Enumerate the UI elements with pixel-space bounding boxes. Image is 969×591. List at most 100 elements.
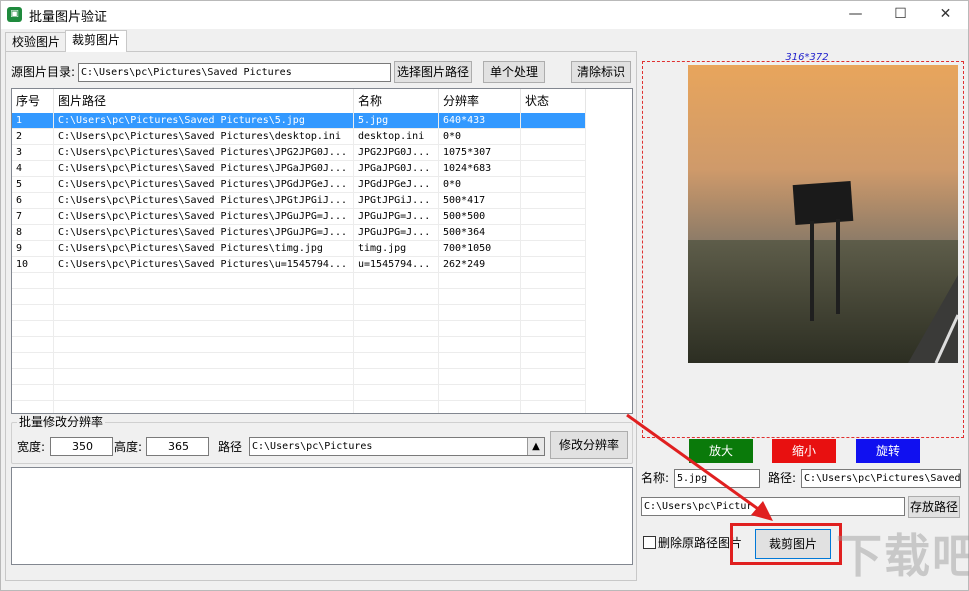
table-row[interactable] bbox=[12, 369, 632, 385]
table-cell: JPGtJPGiJ... bbox=[354, 193, 439, 209]
table-cell: 1 bbox=[12, 113, 54, 129]
table-row[interactable]: 8 C:\Users\pc\Pictures\Saved Pictures\JPG… bbox=[12, 225, 632, 241]
path-label: 路径 bbox=[218, 440, 243, 454]
tab-crop[interactable]: 裁剪图片 bbox=[65, 30, 128, 52]
column-header-resolution[interactable]: 分辨率 bbox=[439, 89, 521, 113]
table-cell: 0*0 bbox=[439, 177, 521, 193]
table-row[interactable]: 7 C:\Users\pc\Pictures\Saved Pictures\JPG… bbox=[12, 209, 632, 225]
table-cell: 1075*307 bbox=[439, 145, 521, 161]
column-header-name[interactable]: 名称 bbox=[354, 89, 439, 113]
table-cell: C:\Users\pc\Pictures\Saved Pictures\JPGu… bbox=[54, 209, 354, 225]
table-row[interactable]: 1 C:\Users\pc\Pictures\Saved Pictures\5.j… bbox=[12, 113, 632, 129]
table-cell bbox=[439, 289, 521, 305]
table-cell bbox=[521, 273, 586, 289]
table-cell bbox=[54, 321, 354, 337]
log-textarea[interactable] bbox=[11, 467, 633, 565]
tab-verify[interactable]: 校验图片 bbox=[5, 32, 68, 52]
minimize-button[interactable]: — bbox=[833, 1, 878, 29]
table-cell bbox=[354, 289, 439, 305]
width-input[interactable]: 350 bbox=[50, 437, 113, 456]
preview-image[interactable] bbox=[688, 65, 958, 363]
table-row[interactable] bbox=[12, 289, 632, 305]
table-row[interactable]: 3 C:\Users\pc\Pictures\Saved Pictures\JPG… bbox=[12, 145, 632, 161]
column-header-index[interactable]: 序号 bbox=[12, 89, 54, 113]
modify-resolution-button[interactable]: 修改分辨率 bbox=[550, 431, 628, 459]
table-cell bbox=[354, 385, 439, 401]
rotate-button[interactable]: 旋转 bbox=[856, 439, 920, 463]
save-path-button[interactable]: 存放路径 bbox=[908, 496, 960, 518]
table-cell: 1024*683 bbox=[439, 161, 521, 177]
source-dir-input[interactable]: C:\Users\pc\Pictures\Saved Pictures bbox=[78, 63, 391, 82]
column-header-status[interactable]: 状态 bbox=[521, 89, 586, 113]
table-cell: C:\Users\pc\Pictures\Saved Pictures\timg… bbox=[54, 241, 354, 257]
table-cell: 2 bbox=[12, 129, 54, 145]
table-header: 序号 图片路径 名称 分辨率 状态 bbox=[12, 89, 632, 113]
table-row[interactable] bbox=[12, 385, 632, 401]
table-row[interactable]: 5 C:\Users\pc\Pictures\Saved Pictures\JPG… bbox=[12, 177, 632, 193]
table-cell bbox=[354, 353, 439, 369]
batch-resize-group-label: 批量修改分辨率 bbox=[17, 414, 106, 430]
table-cell: 8 bbox=[12, 225, 54, 241]
table-cell bbox=[12, 273, 54, 289]
table-cell: C:\Users\pc\Pictures\Saved Pictures\JPGa… bbox=[54, 161, 354, 177]
table-row[interactable]: 6 C:\Users\pc\Pictures\Saved Pictures\JPG… bbox=[12, 193, 632, 209]
table-cell: 4 bbox=[12, 161, 54, 177]
select-image-path-button[interactable]: 选择图片路径 bbox=[394, 61, 472, 83]
table-cell bbox=[521, 241, 586, 257]
path-dropdown-button[interactable]: ▲ bbox=[527, 438, 544, 455]
table-cell: 10 bbox=[12, 257, 54, 273]
table-cell: C:\Users\pc\Pictures\Saved Pictures\JPG2… bbox=[54, 145, 354, 161]
maximize-button[interactable]: ☐ bbox=[878, 1, 923, 29]
table-cell bbox=[521, 193, 586, 209]
crop-path-input[interactable]: C:\Users\pc\Pictures\Saved bbox=[801, 469, 961, 488]
table-row[interactable]: 4 C:\Users\pc\Pictures\Saved Pictures\JPG… bbox=[12, 161, 632, 177]
image-list-table[interactable]: 序号 图片路径 名称 分辨率 状态 1 C:\Users\pc\Pictures\… bbox=[11, 88, 633, 414]
table-row[interactable] bbox=[12, 305, 632, 321]
table-row[interactable] bbox=[12, 273, 632, 289]
table-cell bbox=[354, 337, 439, 353]
close-button[interactable]: ✕ bbox=[923, 1, 968, 29]
table-cell bbox=[521, 161, 586, 177]
table-row[interactable] bbox=[12, 321, 632, 337]
delete-original-checkbox[interactable] bbox=[643, 536, 656, 549]
zoom-out-button[interactable]: 缩小 bbox=[772, 439, 836, 463]
table-cell bbox=[439, 353, 521, 369]
table-cell bbox=[54, 401, 354, 413]
height-label: 高度: bbox=[114, 440, 143, 454]
table-row[interactable] bbox=[12, 337, 632, 353]
table-cell: 6 bbox=[12, 193, 54, 209]
table-cell bbox=[12, 305, 54, 321]
crop-button-highlight bbox=[730, 523, 842, 565]
column-header-path[interactable]: 图片路径 bbox=[54, 89, 354, 113]
table-cell bbox=[54, 337, 354, 353]
table-row[interactable]: 10 C:\Users\pc\Pictures\Saved Pictures\u=… bbox=[12, 257, 632, 273]
batch-path-input[interactable]: C:\Users\pc\Pictures bbox=[249, 437, 545, 456]
table-cell: C:\Users\pc\Pictures\Saved Pictures\5.jp… bbox=[54, 113, 354, 129]
table-cell bbox=[12, 401, 54, 413]
table-row[interactable]: 9 C:\Users\pc\Pictures\Saved Pictures\tim… bbox=[12, 241, 632, 257]
table-cell: 5.jpg bbox=[354, 113, 439, 129]
table-cell bbox=[54, 305, 354, 321]
height-input[interactable]: 365 bbox=[146, 437, 209, 456]
clear-marks-button[interactable]: 清除标识 bbox=[571, 61, 631, 83]
table-cell: 500*417 bbox=[439, 193, 521, 209]
app-window: ▣ 批量图片验证 — ☐ ✕ 校验图片 裁剪图片 源图片目录: C:\Users… bbox=[0, 0, 969, 591]
table-cell bbox=[439, 337, 521, 353]
single-process-button[interactable]: 单个处理 bbox=[483, 61, 545, 83]
table-row[interactable] bbox=[12, 401, 632, 413]
table-cell: C:\Users\pc\Pictures\Saved Pictures\JPGt… bbox=[54, 193, 354, 209]
table-cell: JPGdJPGeJ... bbox=[354, 177, 439, 193]
table-cell: 262*249 bbox=[439, 257, 521, 273]
table-cell: desktop.ini bbox=[354, 129, 439, 145]
table-cell: 5 bbox=[12, 177, 54, 193]
table-cell bbox=[54, 353, 354, 369]
annotation-arrow bbox=[626, 413, 773, 521]
table-cell: JPG2JPG0J... bbox=[354, 145, 439, 161]
table-cell bbox=[521, 257, 586, 273]
table-cell bbox=[521, 337, 586, 353]
table-cell bbox=[12, 337, 54, 353]
table-row[interactable]: 2 C:\Users\pc\Pictures\Saved Pictures\des… bbox=[12, 129, 632, 145]
table-cell: C:\Users\pc\Pictures\Saved Pictures\u=15… bbox=[54, 257, 354, 273]
table-row[interactable] bbox=[12, 353, 632, 369]
source-dir-label: 源图片目录: bbox=[11, 65, 76, 79]
